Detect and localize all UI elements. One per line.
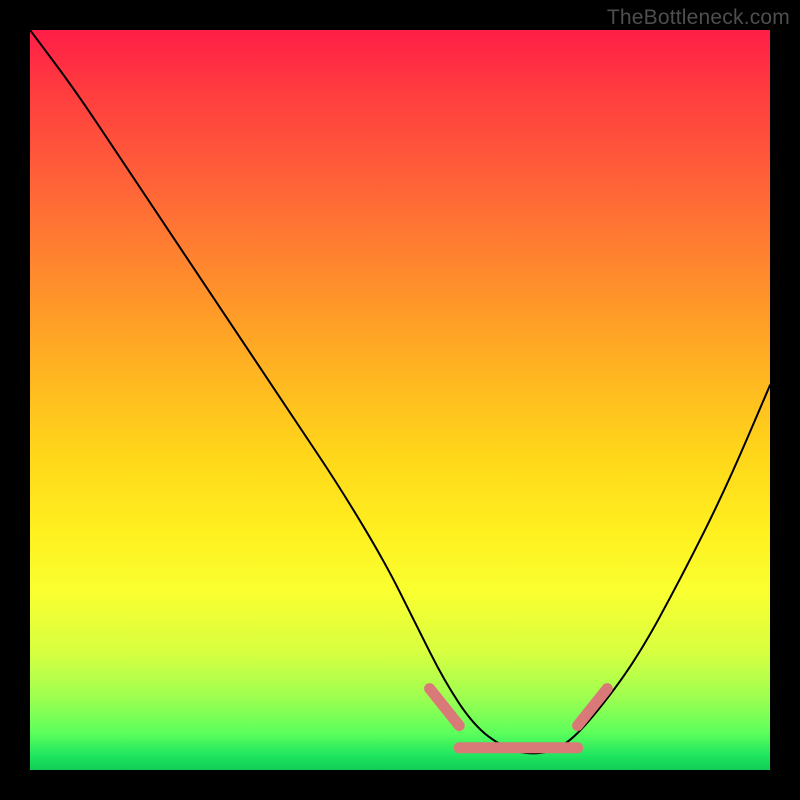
plot-area	[30, 30, 770, 770]
chart-frame: TheBottleneck.com	[0, 0, 800, 800]
marker-segment	[430, 689, 460, 726]
marker-segment	[578, 689, 608, 726]
curve-svg	[30, 30, 770, 770]
bottleneck-curve	[30, 30, 770, 753]
watermark-text: TheBottleneck.com	[607, 6, 790, 30]
